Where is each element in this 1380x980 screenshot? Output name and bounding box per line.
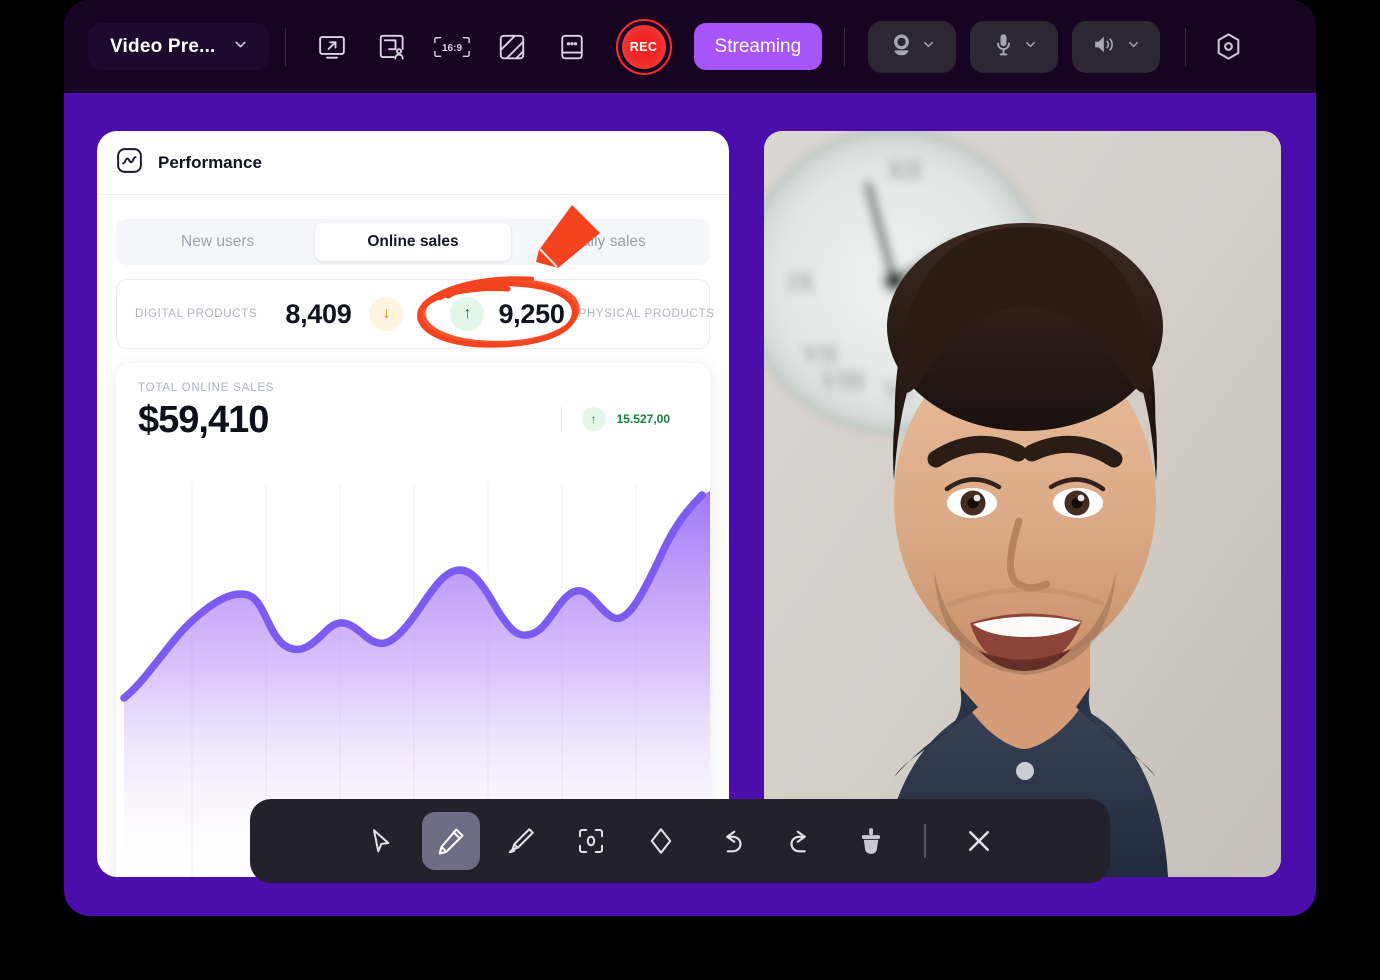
- presenter-overlay-icon[interactable]: [371, 26, 413, 68]
- chart-total-value: $59,410: [138, 399, 269, 441]
- annotation-toolbar: [250, 799, 1110, 883]
- video-preset-label: Video Pre...: [110, 35, 216, 57]
- dashboard-card: Performance New users Online sales Daily…: [97, 131, 729, 877]
- chevron-down-icon: [232, 36, 249, 58]
- svg-text:16:9: 16:9: [442, 43, 462, 54]
- stat-label-physical: PHYSICAL PRODUCTS: [578, 308, 715, 320]
- svg-text:VII: VII: [802, 340, 838, 369]
- toolbar-divider-2: [844, 27, 846, 66]
- record-label: REC: [629, 39, 658, 54]
- speaker-selector[interactable]: [1072, 20, 1161, 73]
- undo-action[interactable]: [702, 812, 760, 870]
- screen-share-icon[interactable]: [311, 26, 353, 68]
- tab-online-sales[interactable]: Online sales: [315, 223, 511, 261]
- clear-all-tool[interactable]: [842, 812, 900, 870]
- person-portrait: [882, 223, 1168, 877]
- top-toolbar: Video Pre... 16:9 REC Streaming: [64, 0, 1316, 93]
- record-button-inner: REC: [621, 24, 666, 69]
- streaming-label: Streaming: [714, 35, 802, 57]
- select-cursor-tool[interactable]: [352, 812, 410, 870]
- aspect-ratio-icon[interactable]: 16:9: [431, 26, 473, 68]
- annotation-toolbar-divider: [924, 824, 926, 858]
- video-preset-dropdown[interactable]: Video Pre...: [88, 23, 269, 70]
- app-window: Video Pre... 16:9 REC Streaming Performa…: [64, 0, 1316, 916]
- chart-header: TOTAL ONLINE SALES $59,410 ↑ 15.527,00: [116, 363, 710, 442]
- page-title: Performance: [158, 152, 262, 172]
- record-button[interactable]: REC: [615, 18, 672, 75]
- streaming-button[interactable]: Streaming: [693, 23, 823, 70]
- microphone-selector[interactable]: [970, 20, 1059, 73]
- background-blur-icon[interactable]: [491, 26, 533, 68]
- delta-value: 15.527,00: [616, 412, 670, 426]
- webcam-icon: [889, 32, 914, 62]
- highlighter-tool[interactable]: [492, 812, 550, 870]
- svg-text:XII: XII: [886, 156, 922, 185]
- webcam-preview[interactable]: XIIIII VIIX VIIVIII: [764, 131, 1281, 877]
- dashboard-tabs: New users Online sales Daily sales: [116, 219, 710, 265]
- chart-delta-badge: ↑ 15.527,00: [560, 407, 688, 431]
- stats-row: DIGITAL PRODUCTS 8,409 ↓ ↑ 9,250 PHYSICA…: [116, 279, 714, 349]
- eraser-tool[interactable]: [632, 812, 690, 870]
- stat-label-digital: DIGITAL PRODUCTS: [135, 308, 258, 320]
- stats-divider: [426, 296, 428, 332]
- chevron-down-icon: [1023, 37, 1038, 57]
- speaker-icon: [1092, 32, 1119, 62]
- chevron-down-icon: [1126, 37, 1141, 57]
- toolbar-divider-1: [284, 27, 286, 66]
- settings-hexagon-icon[interactable]: [1206, 25, 1250, 69]
- tab-daily-sales[interactable]: Daily sales: [511, 223, 706, 261]
- pen-tool[interactable]: [422, 812, 481, 870]
- svg-text:IX: IX: [788, 268, 816, 297]
- svg-text:VIII: VIII: [820, 366, 865, 395]
- close-annotation-toolbar[interactable]: [950, 812, 1008, 870]
- stat-value-physical: 9,250: [498, 298, 565, 329]
- redo-action[interactable]: [772, 812, 830, 870]
- performance-chart-icon: [115, 146, 144, 180]
- delta-up-arrow-icon: ↑: [581, 407, 606, 431]
- trend-up-icon: ↑: [450, 297, 485, 331]
- chevron-down-icon: [921, 37, 936, 57]
- tab-new-users[interactable]: New users: [120, 223, 315, 261]
- stat-value-digital: 8,409: [285, 298, 352, 329]
- trend-down-icon: ↓: [369, 297, 404, 331]
- dashboard-card-header: Performance: [97, 131, 729, 195]
- control-bar-icon[interactable]: [551, 26, 593, 68]
- chart-total-label: TOTAL ONLINE SALES: [138, 382, 275, 394]
- microphone-icon: [991, 32, 1016, 62]
- toolbar-divider-3: [1185, 27, 1187, 66]
- recording-stage: Performance New users Online sales Daily…: [64, 93, 1316, 916]
- spotlight-tool[interactable]: [562, 812, 620, 870]
- camera-selector[interactable]: [868, 20, 957, 73]
- webcam-video-frame: XIIIII VIIX VIIVIII: [764, 131, 1281, 877]
